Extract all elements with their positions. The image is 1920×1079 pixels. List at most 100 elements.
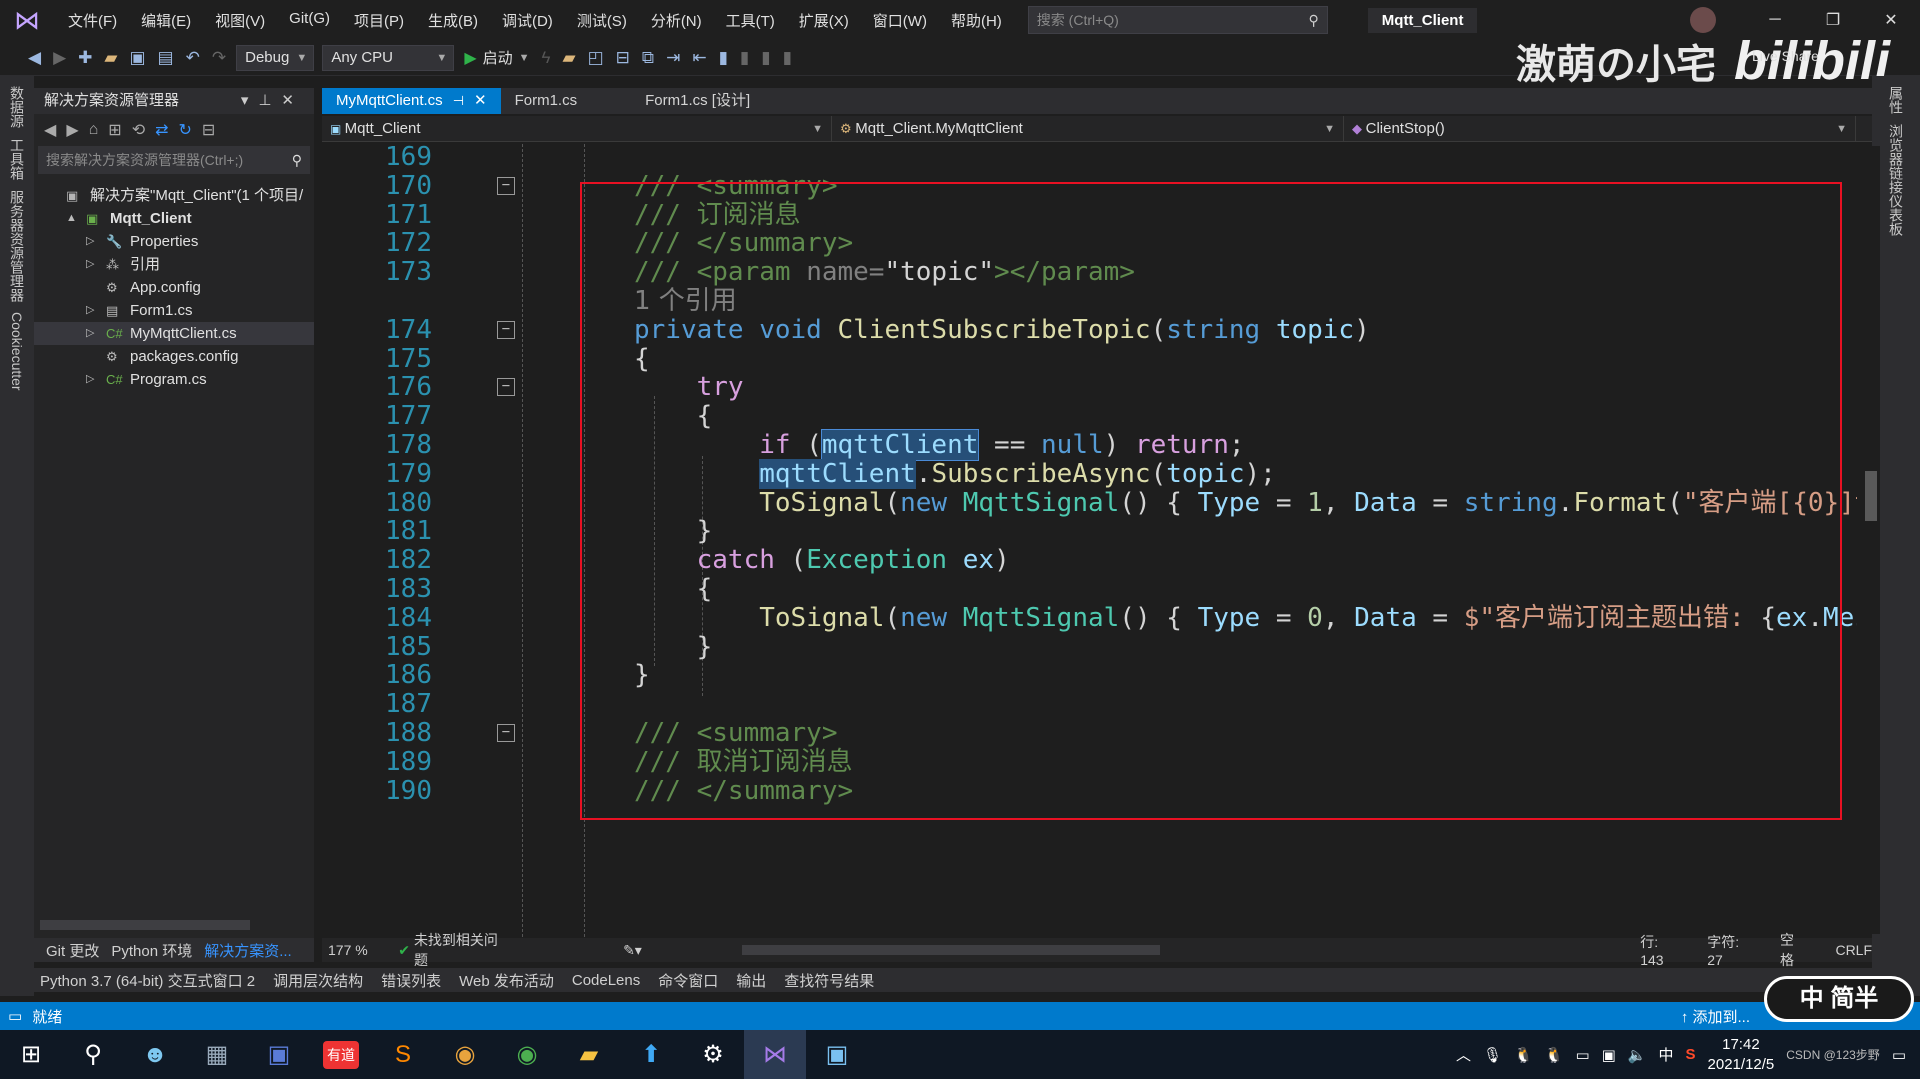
back-icon[interactable]: ◀ (22, 48, 47, 68)
microphone-icon[interactable]: 🎙 (1483, 1046, 1502, 1064)
project-dropdown[interactable]: ▣ Mqtt_Client ▼ (322, 116, 832, 142)
start-debugging-button[interactable]: ▶ 启动 ▼ (464, 47, 529, 68)
file-explorer-icon[interactable]: ▰ (558, 1030, 620, 1079)
tab-file[interactable]: Form1.cs [设计] (631, 88, 764, 114)
sync-icon[interactable]: ⇄ (155, 120, 168, 140)
menu-item[interactable]: 分析(N) (639, 10, 714, 31)
tree-item[interactable]: ▣ 解决方案"Mqtt_Client"(1 个项目/ (34, 184, 314, 207)
screenshot-icon[interactable]: ◰ (582, 48, 610, 68)
liveshare-button[interactable]: Live Share (1752, 48, 1819, 64)
back-icon[interactable]: ◀ (44, 120, 56, 140)
zoom-level[interactable]: 177 % (322, 942, 386, 958)
search-input[interactable]: 搜索 (Ctrl+Q) ⚲ (1027, 6, 1328, 34)
panel-tab[interactable]: Python 环境 (111, 940, 192, 961)
menu-item[interactable]: 扩展(X) (787, 10, 861, 31)
new-project-icon[interactable]: ✚ (72, 48, 98, 68)
tree-item[interactable]: ⚙ packages.config (34, 345, 314, 368)
collapsed-arrow-icon[interactable]: ▷ (86, 253, 94, 276)
scrollbar-thumb[interactable] (1865, 471, 1877, 521)
assistant-icon[interactable]: ☻ (124, 1030, 186, 1079)
chevron-up-icon[interactable]: ︿ (1456, 1044, 1471, 1065)
issues-status[interactable]: 未找到相关问题 (414, 930, 503, 970)
qq-icon[interactable]: 🐧 (1545, 1046, 1564, 1064)
class-dropdown[interactable]: ⚙ Mqtt_Client.MyMqttClient ▼ (832, 116, 1344, 142)
menu-item[interactable]: 视图(V) (203, 10, 277, 31)
tree-item[interactable]: ▷ 🔧 Properties (34, 230, 314, 253)
panel-tab[interactable]: 解决方案资... (204, 940, 292, 961)
right-strip-tab[interactable]: 属性 (1886, 86, 1906, 114)
right-strip-tab[interactable]: 浏览器链接仪表板 (1886, 124, 1906, 236)
tab-file[interactable]: Form1.cs (501, 88, 592, 114)
menu-item[interactable]: 项目(P) (342, 10, 416, 31)
hot-reload-icon[interactable]: ϟ (536, 48, 557, 68)
sogou-icon[interactable]: S (1686, 1046, 1696, 1063)
tree-item[interactable]: ▷ ⁂ 引用 (34, 253, 314, 276)
calculator-icon[interactable]: ▦ (186, 1030, 248, 1079)
tree-item[interactable]: ⚙ App.config (34, 276, 314, 299)
code-line[interactable]: 190 /// </summary> (322, 774, 1857, 809)
forward-icon[interactable]: ▶ (66, 120, 78, 140)
bookmark-next-icon[interactable]: ▮ (755, 48, 776, 68)
forward-icon[interactable]: ▶ (47, 48, 72, 68)
vs-installer-icon[interactable]: ▣ (248, 1030, 310, 1079)
cleanup-icon[interactable]: ✎▾ (623, 942, 642, 959)
left-strip-tab[interactable]: 工具箱 (7, 138, 27, 180)
clock[interactable]: 17:42 2021/12/5 (1708, 1035, 1775, 1075)
menu-item[interactable]: 编辑(E) (129, 10, 203, 31)
tree-item[interactable]: ▷ ▤ Form1.cs (34, 299, 314, 322)
codelens-references[interactable]: 1 个引用 (634, 286, 737, 316)
collapse-all-icon[interactable]: ⊟ (202, 120, 215, 140)
outdent-icon[interactable]: ⇤ (686, 48, 712, 68)
solution-search-input[interactable]: 搜索解决方案资源管理器(Ctrl+;) ⚲ (38, 146, 310, 174)
open-file-icon[interactable]: ▰ (98, 48, 123, 68)
tool-window-tab[interactable]: 调用层次结构 (273, 970, 363, 991)
left-strip-tab[interactable]: 服务器资源管理器 (7, 190, 27, 302)
menu-item[interactable]: 调试(D) (490, 10, 565, 31)
search-icon[interactable]: ⚲ (292, 146, 302, 174)
undo-icon[interactable]: ↶ (180, 48, 206, 68)
collapse-region-icon[interactable]: − (497, 177, 515, 195)
horizontal-scrollbar[interactable] (40, 920, 250, 930)
tool-window-tab[interactable]: Web 发布活动 (459, 970, 554, 991)
chrome-icon[interactable]: ◉ (496, 1030, 558, 1079)
settings-icon[interactable]: ⚙ (682, 1030, 744, 1079)
tool-window-tab[interactable]: CodeLens (572, 972, 640, 989)
youdao-icon[interactable]: 有道 (310, 1030, 372, 1079)
vertical-scrollbar[interactable] (1862, 146, 1880, 934)
panel-controls[interactable]: ▾⊥✕ (241, 88, 314, 114)
tool-window-tab[interactable]: 查找符号结果 (784, 970, 874, 991)
pin-icon[interactable]: ⊣ (453, 93, 464, 108)
start-icon[interactable]: ⊞ (0, 1030, 62, 1079)
minimize-button[interactable]: ─ (1746, 11, 1804, 29)
configuration-select[interactable]: Debug ▼ (236, 44, 315, 71)
collapsed-arrow-icon[interactable]: ▷ (86, 230, 94, 253)
search-icon[interactable]: ⚲ (62, 1030, 124, 1079)
chrome-canary-icon[interactable]: ◉ (434, 1030, 496, 1079)
folder-icon[interactable]: ▰ (557, 48, 582, 68)
horizontal-scrollbar[interactable] (741, 945, 1161, 955)
bookmark-prev-icon[interactable]: ▮ (734, 48, 755, 68)
redo-icon[interactable]: ↷ (206, 48, 232, 68)
menu-item[interactable]: 生成(B) (416, 10, 490, 31)
left-strip-tab[interactable]: Cookiecutter (9, 312, 25, 391)
left-strip-tab[interactable]: 数据源 (7, 86, 27, 128)
network-icon[interactable]: ⬆ (620, 1030, 682, 1079)
close-tab-icon[interactable]: ✕ (474, 92, 487, 109)
panel-tab[interactable]: Git 更改 (46, 940, 99, 961)
save-all-icon[interactable]: ▤ (152, 48, 180, 68)
tree-item[interactable]: ▲ ▣ Mqtt_Client (34, 207, 314, 230)
search-icon[interactable]: ⚲ (1309, 7, 1319, 33)
bookmark-icon[interactable]: ▮ (713, 48, 734, 68)
menu-item[interactable]: 帮助(H) (939, 10, 1014, 31)
volume-icon[interactable]: 🔈 (1628, 1046, 1647, 1064)
tool-window-tab[interactable]: 错误列表 (381, 970, 441, 991)
tool-window-tab[interactable]: Python 3.7 (64-bit) 交互式窗口 2 (40, 970, 255, 991)
mqtt-tool-icon[interactable]: ▣ (806, 1030, 868, 1079)
collapsed-arrow-icon[interactable]: ▷ (86, 322, 94, 345)
battery-icon[interactable]: ▭ (1575, 1046, 1589, 1064)
save-icon[interactable]: ▣ (123, 48, 151, 68)
tool-window-tab[interactable]: 输出 (736, 970, 766, 991)
ime-indicator[interactable]: 中 (1659, 1044, 1674, 1065)
bookmark-clear-icon[interactable]: ▮ (777, 48, 798, 68)
refresh-icon[interactable]: ↻ (179, 120, 192, 140)
